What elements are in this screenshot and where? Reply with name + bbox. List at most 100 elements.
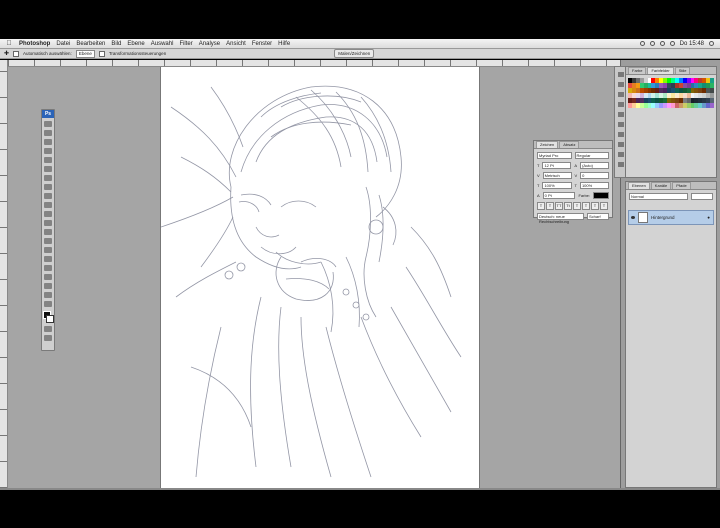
layer-thumbnail xyxy=(638,212,648,223)
wifi-icon[interactable] xyxy=(659,41,665,46)
tab-zeichen[interactable]: Zeichen xyxy=(536,141,559,148)
type-tool[interactable] xyxy=(44,256,52,262)
quick-select-tool[interactable] xyxy=(44,148,52,154)
hand-tool[interactable] xyxy=(44,292,52,298)
healing-tool[interactable] xyxy=(44,175,52,181)
baseline-field[interactable]: 0 Pt xyxy=(542,192,576,199)
zoom-tool[interactable] xyxy=(44,301,52,307)
auto-select-label: Automatisch auswählen: xyxy=(23,51,72,56)
leading-field[interactable]: (Auto) xyxy=(580,162,609,169)
eye-icon[interactable] xyxy=(631,216,635,219)
quick-mask-button[interactable] xyxy=(44,326,52,332)
tab-ebenen[interactable]: Ebenen xyxy=(628,182,650,189)
workspace-button[interactable]: Malen/Zeichnen xyxy=(334,49,375,58)
tab-pfade[interactable]: Pfade xyxy=(672,182,691,189)
auto-select-checkbox[interactable] xyxy=(13,50,20,57)
history-brush-tool[interactable] xyxy=(44,202,52,208)
info-panel-icon[interactable] xyxy=(617,102,624,107)
dodge-tool[interactable] xyxy=(44,238,52,244)
tab-kanaele[interactable]: Kanäle xyxy=(650,182,672,189)
character-panel-icon[interactable] xyxy=(617,132,624,137)
tab-farbfelder[interactable]: Farbfelder xyxy=(647,67,674,74)
swatch-grid[interactable] xyxy=(628,78,714,108)
antialias-field[interactable]: Scharf xyxy=(587,213,609,220)
move-tool[interactable] xyxy=(44,121,52,127)
horizontal-ruler[interactable] xyxy=(8,60,620,67)
clone-tool[interactable] xyxy=(44,193,52,199)
clone-source-panel-icon[interactable] xyxy=(617,122,624,127)
blend-mode-select[interactable]: Normal xyxy=(629,193,688,200)
layer-name[interactable]: Hintergrund xyxy=(651,215,675,220)
brush-tool[interactable] xyxy=(44,184,52,190)
pen-tool[interactable] xyxy=(44,247,52,253)
font-style-field[interactable]: Regular xyxy=(574,152,609,159)
small-caps-button[interactable]: Tt xyxy=(564,202,572,210)
language-field[interactable]: Deutsch: neue Rechtschreibung xyxy=(537,213,584,224)
text-color-swatch[interactable] xyxy=(593,192,609,199)
volume-icon[interactable] xyxy=(669,41,675,46)
font-size-field[interactable]: 12 Pt xyxy=(542,162,572,169)
vertical-ruler[interactable] xyxy=(0,60,8,488)
marquee-tool[interactable] xyxy=(44,130,52,136)
status-icon-2[interactable] xyxy=(649,41,655,46)
menu-ebene[interactable]: Ebene xyxy=(127,41,144,47)
masks-panel-icon[interactable] xyxy=(617,162,624,167)
menu-filter[interactable]: Filter xyxy=(179,41,192,47)
menu-app-name[interactable]: Photoshop xyxy=(19,41,50,47)
clock[interactable]: Do 15:48 xyxy=(680,41,704,47)
menu-ansicht[interactable]: Ansicht xyxy=(226,41,246,47)
3d-tool[interactable] xyxy=(44,283,52,289)
navigator-panel-icon[interactable] xyxy=(617,92,624,97)
transform-checkbox[interactable] xyxy=(98,50,105,57)
tab-stile[interactable]: Stile xyxy=(674,67,691,74)
eyedropper-tool[interactable] xyxy=(44,166,52,172)
underline-button[interactable]: T xyxy=(591,202,599,210)
swatches-panel: Farbe Farbfelder Stile xyxy=(625,66,717,178)
menu-datei[interactable]: Datei xyxy=(56,41,70,47)
superscript-button[interactable]: T xyxy=(573,202,581,210)
path-select-tool[interactable] xyxy=(44,265,52,271)
horizontal-scale-field[interactable]: 100% xyxy=(579,182,609,189)
eraser-tool[interactable] xyxy=(44,211,52,217)
document-canvas[interactable] xyxy=(160,67,480,488)
paragraph-panel-icon[interactable] xyxy=(617,142,624,147)
move-tool-icon[interactable]: ✚ xyxy=(4,50,9,57)
menu-bearbeiten[interactable]: Bearbeiten xyxy=(76,41,105,47)
subscript-button[interactable]: T xyxy=(582,202,590,210)
menu-analyse[interactable]: Analyse xyxy=(199,41,220,47)
brushes-panel-icon[interactable] xyxy=(617,112,624,117)
color-swatches[interactable] xyxy=(42,311,54,323)
options-bar: ✚ Automatisch auswählen: Ebene Transform… xyxy=(0,49,720,59)
background-color[interactable] xyxy=(46,315,54,323)
tab-absatz[interactable]: Absatz xyxy=(559,141,580,148)
font-family-field[interactable]: Myriad Pro xyxy=(537,152,572,159)
swatch[interactable] xyxy=(710,103,714,108)
opacity-field[interactable] xyxy=(691,193,713,200)
status-icon-1[interactable] xyxy=(639,41,645,46)
history-panel-icon[interactable] xyxy=(617,72,624,77)
vertical-scale-field[interactable]: 100% xyxy=(542,182,572,189)
menu-fenster[interactable]: Fenster xyxy=(252,41,272,47)
screen-mode-button[interactable] xyxy=(44,335,52,341)
auto-select-dropdown[interactable]: Ebene xyxy=(75,49,95,58)
adjustments-panel-icon[interactable] xyxy=(617,152,624,157)
all-caps-button[interactable]: TT xyxy=(555,202,563,210)
gradient-tool[interactable] xyxy=(44,220,52,226)
actions-panel-icon[interactable] xyxy=(617,82,624,87)
crop-tool[interactable] xyxy=(44,157,52,163)
faux-italic-button[interactable]: T xyxy=(546,202,554,210)
faux-bold-button[interactable]: T xyxy=(537,202,545,210)
apple-icon[interactable]:  xyxy=(4,40,14,47)
spotlight-icon[interactable] xyxy=(709,41,714,46)
menu-bild[interactable]: Bild xyxy=(111,41,121,47)
layer-row[interactable]: Hintergrund ● xyxy=(628,210,714,225)
lasso-tool[interactable] xyxy=(44,139,52,145)
tracking-field[interactable]: 0 xyxy=(580,172,609,179)
shape-tool[interactable] xyxy=(44,274,52,280)
strikethrough-button[interactable]: T xyxy=(600,202,608,210)
menu-auswahl[interactable]: Auswahl xyxy=(151,41,174,47)
blur-tool[interactable] xyxy=(44,229,52,235)
tab-farbe[interactable]: Farbe xyxy=(628,67,647,74)
menu-hilfe[interactable]: Hilfe xyxy=(278,41,290,47)
kerning-field[interactable]: Metrisch xyxy=(542,172,572,179)
